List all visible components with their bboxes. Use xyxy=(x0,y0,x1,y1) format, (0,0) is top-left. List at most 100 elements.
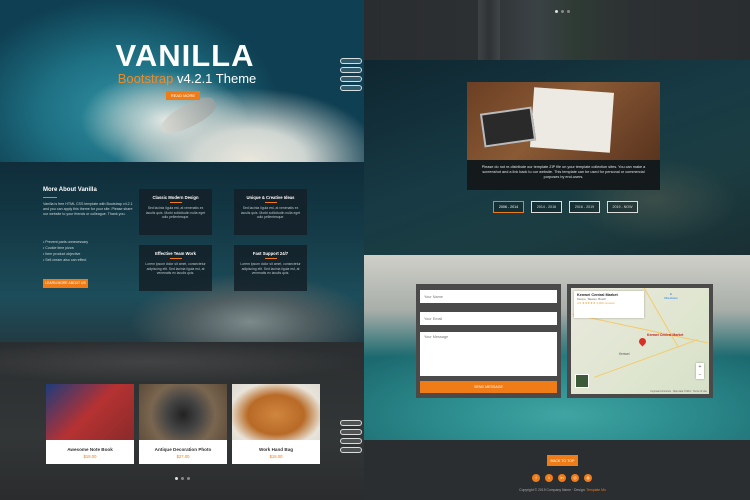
instagram-icon[interactable]: ◎ xyxy=(571,474,579,482)
paper-map-image xyxy=(530,87,614,153)
zoom-in-icon[interactable]: + xyxy=(696,363,704,371)
carousel-dots xyxy=(555,10,570,13)
satellite-toggle[interactable] xyxy=(575,374,589,388)
feature-divider xyxy=(264,202,277,203)
section-nav-item[interactable] xyxy=(340,420,362,426)
section-nav-item[interactable] xyxy=(340,67,362,73)
product-image xyxy=(46,384,134,440)
gallery-card: Please do not re-distribute our template… xyxy=(467,82,660,190)
list-item: • Sell cream also can effect xyxy=(43,258,87,262)
map-marker-label: Kenwei Central Market xyxy=(647,333,684,337)
carousel-dot[interactable] xyxy=(181,477,184,480)
twitter-icon[interactable]: t xyxy=(545,474,553,482)
about-divider xyxy=(43,197,57,198)
about-list: • Prevent parts unnecessary • Cookie tim… xyxy=(43,239,88,263)
map-zoom-controls: + − xyxy=(696,363,704,379)
learn-more-button[interactable]: LEARN MORE ABOUT US xyxy=(43,279,88,288)
zoom-out-icon[interactable]: − xyxy=(696,371,704,379)
feature-desc: Lorem ipsum dolor sit amet, consectetur … xyxy=(145,262,206,275)
designer-link[interactable]: Template Mo xyxy=(586,488,605,492)
product-name: Antique Decoration Photo xyxy=(154,447,212,452)
section-nav-item[interactable] xyxy=(340,429,362,435)
list-item-text: Item product objective xyxy=(45,252,81,256)
about-title: More About Vanilla xyxy=(43,187,97,193)
page: VANILLA Bootstrap v4.2.1 Theme READ MORE… xyxy=(0,0,750,500)
hero-subtitle-brand: Bootstrap xyxy=(117,71,174,86)
laptop-image xyxy=(479,106,537,148)
feature-title: Classic Modern Design xyxy=(152,195,199,200)
list-item-text: Prevent parts unnecessary xyxy=(45,240,89,244)
section-nav-item[interactable] xyxy=(340,85,362,91)
timeline-tab[interactable]: 2016 - 2019 xyxy=(569,201,600,213)
products-section: Awesome Note Book $18.00 Antique Decorat… xyxy=(0,342,364,500)
road-image xyxy=(478,0,500,60)
product-card[interactable]: Antique Decoration Photo $27.00 xyxy=(139,384,227,464)
feature-divider xyxy=(264,258,277,259)
map-info-card: Kenwei Central Market Kenpo, Taiwan, Bra… xyxy=(574,291,644,318)
product-name: Awesome Note Book xyxy=(67,447,113,452)
list-item-text: Sell cream also can effect xyxy=(45,258,87,262)
timeline-tabs: 2006 - 2014 2014 - 2016 2016 - 2019 2019… xyxy=(493,201,638,213)
map-place-label: Kenwei xyxy=(619,352,630,356)
feature-card: Classic Modern Design Sed lacinia ligula… xyxy=(139,189,212,235)
feature-desc: Sed lacinia ligula est, at venenatis ex … xyxy=(145,206,206,219)
map-pin-icon[interactable] xyxy=(637,336,648,347)
section-nav-item[interactable] xyxy=(340,58,362,64)
feature-card: Unique & Creative Ideas Sed lacinia ligu… xyxy=(234,189,307,235)
timeline-tab[interactable]: 2019 - NOW xyxy=(607,201,638,213)
message-field[interactable] xyxy=(420,332,557,376)
timeline-tab[interactable]: 2006 - 2014 xyxy=(493,201,524,213)
carousel-dot[interactable] xyxy=(567,10,570,13)
product-card[interactable]: Awesome Note Book $18.00 xyxy=(46,384,134,464)
hero-title: VANILLA xyxy=(115,38,255,73)
about-section: More About Vanilla Vanilla is free HTML … xyxy=(0,162,364,342)
product-name: Work Hand Bag xyxy=(258,447,294,452)
carousel-dot[interactable] xyxy=(175,477,178,480)
section-nav xyxy=(340,58,362,94)
product-price: $18.00 xyxy=(269,454,283,459)
map-frame: Kenwei Central Market Kenpo, Taiwan, Bra… xyxy=(567,284,713,398)
map-attribution: Keyboard shortcuts · Map data ©2019 · Te… xyxy=(650,390,707,393)
travel-photo xyxy=(467,82,660,160)
map-directions-link[interactable]: ➤ Directions xyxy=(656,292,686,300)
name-field[interactable] xyxy=(420,290,557,303)
feature-desc: Sed lacinia ligula est, at venenatis ex … xyxy=(240,206,301,219)
social-links: f t in ◎ ◍ xyxy=(532,474,592,482)
timeline-tab[interactable]: 2014 - 2016 xyxy=(531,201,562,213)
section-nav-item[interactable] xyxy=(340,438,362,444)
feature-title: Unique & Creative Ideas xyxy=(246,195,295,200)
contact-form: SEND MESSAGE xyxy=(416,284,561,398)
carousel-dot[interactable] xyxy=(561,10,564,13)
back-to-top-button[interactable]: BACK TO TOP xyxy=(547,455,578,466)
gallery-caption: Please do not re-distribute our template… xyxy=(481,165,646,179)
feature-title: Fast Support 24/7 xyxy=(252,251,289,256)
hero-subtitle-version: v4.2.1 Theme xyxy=(173,71,257,86)
section-nav-item[interactable] xyxy=(340,447,362,453)
directions-label: Directions xyxy=(664,296,678,300)
carousel-dot[interactable] xyxy=(187,477,190,480)
facebook-icon[interactable]: f xyxy=(532,474,540,482)
feature-divider xyxy=(169,202,182,203)
feature-divider xyxy=(169,258,182,259)
aerial-strip xyxy=(364,0,750,60)
send-message-button[interactable]: SEND MESSAGE xyxy=(420,381,557,393)
hero-subtitle: Bootstrap v4.2.1 Theme xyxy=(112,71,262,86)
list-item-text: Cookie time pizza xyxy=(45,246,74,250)
about-text: Vanilla is free HTML CSS template with B… xyxy=(43,202,133,216)
carousel-dots xyxy=(175,477,190,480)
hero-section: VANILLA Bootstrap v4.2.1 Theme READ MORE xyxy=(0,0,364,162)
copyright: Copyright © 2019 Company Name · Design: … xyxy=(490,488,635,492)
copyright-text: Copyright © 2019 Company Name · Design: xyxy=(519,488,587,492)
carousel-dot[interactable] xyxy=(555,10,558,13)
product-image xyxy=(232,384,320,440)
feature-desc: Lorem ipsum dolor sit amet, consectetur … xyxy=(240,262,301,275)
product-card[interactable]: Work Hand Bag $18.00 xyxy=(232,384,320,464)
map-road xyxy=(594,339,698,378)
linkedin-icon[interactable]: in xyxy=(558,474,566,482)
feature-card: Effective Team Work Lorem ipsum dolor si… xyxy=(139,245,212,291)
email-field[interactable] xyxy=(420,312,557,325)
dribbble-icon[interactable]: ◍ xyxy=(584,474,592,482)
section-nav-item[interactable] xyxy=(340,76,362,82)
google-map[interactable]: Kenwei Central Market Kenpo, Taiwan, Bra… xyxy=(571,288,709,394)
read-more-button[interactable]: READ MORE xyxy=(166,91,200,100)
